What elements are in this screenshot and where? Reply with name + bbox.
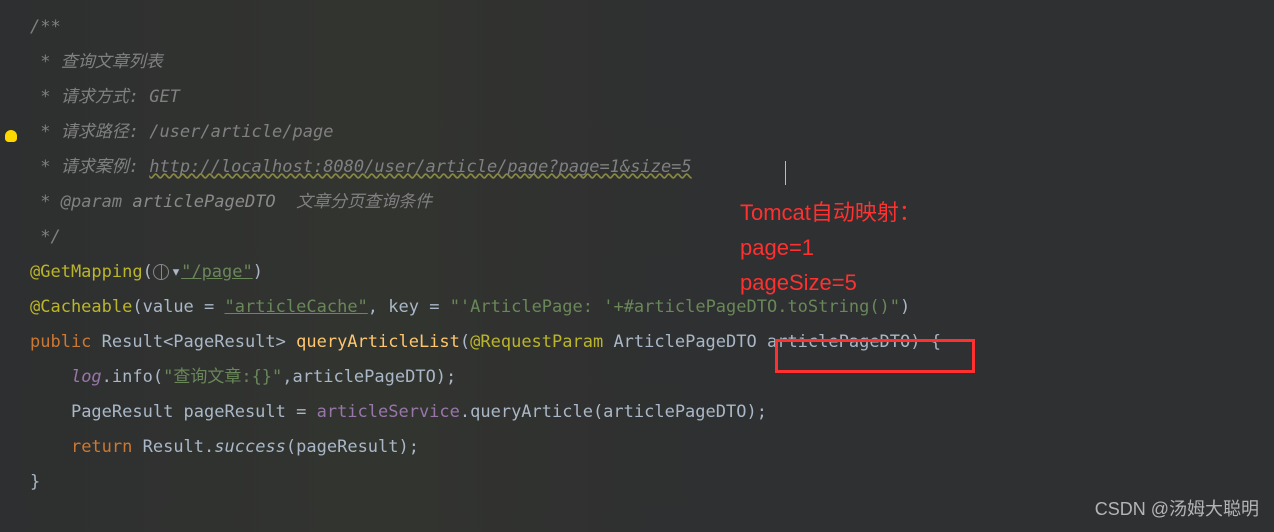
code-line: public Result<PageResult> queryArticleLi… [30, 325, 1274, 360]
code-line: /** [30, 10, 1274, 45]
code-line: */ [30, 220, 1274, 255]
code-line: log.info("查询文章:{}",articlePageDTO); [30, 360, 1274, 395]
code-line: * 请求案例: http://localhost:8080/user/artic… [30, 150, 1274, 185]
code-line: @Cacheable(value = "articleCache", key =… [30, 290, 1274, 325]
code-line: * @param articlePageDTO 文章分页查询条件 [30, 185, 1274, 220]
code-line: * 请求路径: /user/article/page [30, 115, 1274, 150]
globe-icon [153, 264, 169, 280]
code-line: } [30, 465, 1274, 500]
text-cursor [785, 161, 786, 185]
code-line: PageResult pageResult = articleService.q… [30, 395, 1274, 430]
code-line: return Result.success(pageResult); [30, 430, 1274, 465]
code-line: * 查询文章列表 [30, 45, 1274, 80]
watermark: CSDN @汤姆大聪明 [1095, 492, 1259, 527]
doc-comment-start: /** [30, 17, 61, 37]
code-line: @GetMapping(▾"/page") [30, 255, 1274, 290]
code-editor[interactable]: /** * 查询文章列表 * 请求方式: GET * 请求路径: /user/a… [0, 0, 1274, 500]
code-line: * 请求方式: GET [30, 80, 1274, 115]
